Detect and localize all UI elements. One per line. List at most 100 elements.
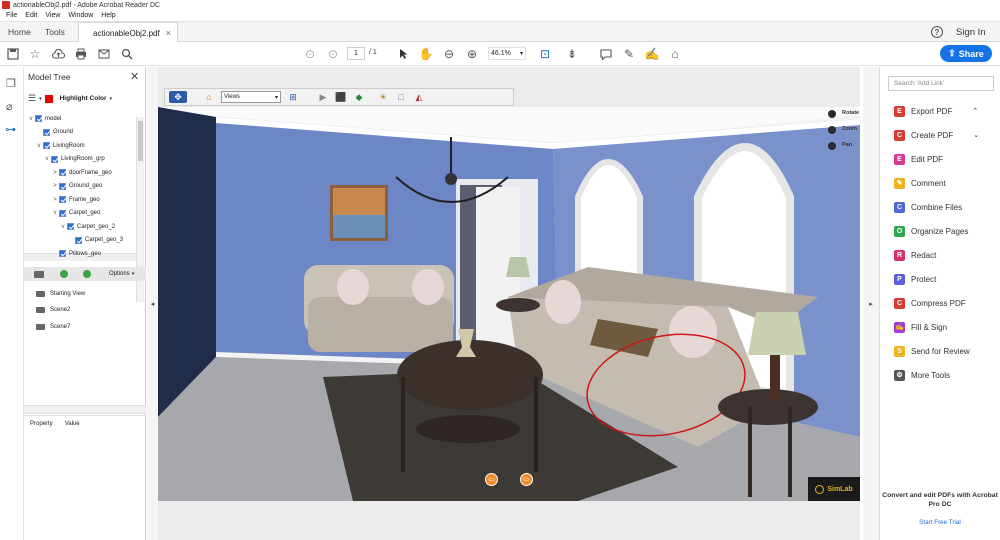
tree-node[interactable]: > Frame_geo (51, 193, 100, 206)
hand-tool-icon[interactable]: ✋ (418, 46, 434, 62)
tool-fill-sign[interactable]: ✍ Fill & Sign (894, 320, 947, 334)
tab-document[interactable]: actionableObj2.pdf × (78, 22, 178, 43)
rotate-tool-icon[interactable]: ✥ (169, 91, 187, 103)
visibility-checkbox[interactable] (51, 155, 58, 163)
3d-scene-viewport[interactable]: Rotate Zoom Pan ⇦ ⇨ SimLab (158, 107, 860, 501)
views-options-label[interactable]: Options (109, 271, 130, 277)
visibility-checkbox[interactable] (59, 250, 66, 257)
tool-protect[interactable]: P Protect (894, 272, 936, 286)
menu-edit[interactable]: Edit (25, 12, 37, 19)
view-item[interactable]: Starting View (36, 287, 85, 301)
background-color-icon[interactable]: □ (395, 91, 407, 103)
stamp-icon[interactable]: ⌂ (667, 46, 683, 62)
zoom-in-icon[interactable]: ⊕ (464, 46, 480, 62)
visibility-checkbox[interactable] (59, 169, 66, 176)
tree-node[interactable]: v Carpet_geo_2 (59, 220, 115, 233)
chevron-down-icon[interactable]: v (35, 143, 43, 149)
tool-compress-pdf[interactable]: C Compress PDF (894, 296, 966, 310)
tool-redact[interactable]: R Redact (894, 248, 936, 262)
view-item[interactable]: Scene7 (36, 320, 70, 334)
dropdown-arrow-icon[interactable]: ▾ (39, 96, 42, 102)
tab-home[interactable]: Home (8, 22, 31, 42)
print-icon[interactable] (73, 46, 89, 62)
tools-search-input[interactable]: Search 'Add Link' (888, 76, 994, 91)
play-animation-icon[interactable]: ▶ (317, 91, 329, 103)
comment-icon[interactable] (598, 46, 614, 62)
model-tree-toggle-icon[interactable]: ⊞ (287, 91, 299, 103)
chevron-down-icon[interactable]: v (51, 210, 59, 216)
add-view-icon[interactable] (60, 270, 68, 278)
save-icon[interactable] (5, 46, 21, 62)
star-icon[interactable]: ☆ (27, 46, 43, 62)
chevron-right-icon[interactable]: > (51, 170, 59, 176)
menu-window[interactable]: Window (68, 12, 93, 19)
tool-create-pdf[interactable]: C Create PDF ⌄ (894, 128, 979, 142)
tree-node[interactable]: > doorFrame_geo (51, 166, 112, 179)
expand-chevron-icon[interactable]: ⌄ (973, 131, 979, 139)
tree-node[interactable]: Ground (35, 126, 73, 139)
chevron-down-icon[interactable]: ▾ (110, 96, 113, 102)
visibility-checkbox[interactable] (67, 223, 74, 230)
menu-help[interactable]: Help (101, 12, 115, 19)
tree-node[interactable]: v LivingRoom (35, 139, 85, 152)
close-icon[interactable]: × (166, 28, 171, 38)
tool-send-for-review[interactable]: S Send for Review (894, 344, 970, 358)
tool-edit-pdf[interactable]: E Edit PDF (894, 152, 943, 166)
sign-in-link[interactable]: Sign In (956, 27, 986, 38)
visibility-checkbox[interactable] (43, 128, 50, 136)
render-mode-icon[interactable]: ◆ (353, 91, 365, 103)
tab-tools[interactable]: Tools (45, 22, 65, 42)
zoom-dropdown[interactable]: 46.1% ▾ (488, 47, 526, 60)
attachment-icon[interactable]: ⌀ (6, 100, 13, 113)
chevron-down-icon[interactable]: v (43, 156, 51, 162)
tool-export-pdf[interactable]: E Export PDF ⌃ (894, 104, 978, 118)
chevron-right-icon[interactable]: > (51, 183, 59, 189)
collapse-right-panel[interactable]: ▸ (863, 67, 880, 540)
cross-section-icon[interactable]: ◭ (413, 91, 425, 103)
page-number-input[interactable]: 1 (347, 47, 365, 60)
home-view-icon[interactable]: ⌂ (203, 91, 215, 103)
chevron-right-icon[interactable]: > (51, 197, 59, 203)
search-icon[interactable] (119, 46, 135, 62)
model-tree-icon[interactable]: ⊶ (5, 123, 16, 136)
menu-file[interactable]: File (6, 12, 17, 19)
visibility-checkbox[interactable] (59, 209, 66, 217)
views-select[interactable]: Views ▾ (221, 91, 281, 103)
next-view-button[interactable]: ⇨ (520, 473, 533, 486)
upload-cloud-icon[interactable] (50, 46, 66, 62)
tree-node[interactable]: Pillows_geo (51, 247, 101, 260)
visibility-checkbox[interactable] (59, 182, 66, 190)
tool-combine-files[interactable]: C Combine Files (894, 200, 962, 214)
chevron-down-icon[interactable]: v (27, 116, 35, 122)
close-icon[interactable]: ✕ (130, 70, 139, 83)
scroll-mode-icon[interactable]: ⇟ (564, 46, 580, 62)
visibility-checkbox[interactable] (43, 142, 50, 149)
tree-node[interactable]: v Carpet_geo (51, 207, 100, 220)
previous-page-icon[interactable]: ⊙ (302, 46, 318, 62)
tool-comment[interactable]: ✎ Comment (894, 176, 946, 190)
start-free-trial-link[interactable]: Start Free Trial (880, 519, 1000, 526)
highlight-pen-icon[interactable]: ✎ (621, 46, 637, 62)
camera-icon[interactable] (34, 270, 44, 278)
projection-icon[interactable]: ⬛ (335, 91, 347, 103)
pages-thumbnail-icon[interactable]: ❐ (6, 77, 16, 90)
view-item[interactable]: Scene2 (36, 303, 70, 317)
chevron-down-icon[interactable]: ▾ (132, 271, 135, 277)
collapse-left-panel[interactable]: ◂ (147, 67, 158, 540)
tool-more-tools[interactable]: ⚙ More Tools (894, 368, 950, 382)
tree-options-icon[interactable]: ☰ (28, 93, 36, 104)
lighting-icon[interactable]: ☀ (377, 91, 389, 103)
tool-organize-pages[interactable]: O Organize Pages (894, 224, 968, 238)
sign-icon[interactable]: ✍ (644, 46, 660, 62)
tree-node[interactable]: v LivingRoom_grp (43, 153, 105, 166)
next-page-icon[interactable]: ⊙ (325, 46, 341, 62)
fit-page-icon[interactable]: ⊡ (537, 46, 553, 62)
tree-node[interactable]: > Ground_geo (51, 180, 102, 193)
zoom-out-icon[interactable]: ⊖ (441, 46, 457, 62)
previous-view-button[interactable]: ⇦ (485, 473, 498, 486)
help-icon[interactable]: ? (931, 26, 943, 38)
expand-chevron-icon[interactable]: ⌃ (972, 107, 978, 115)
share-button[interactable]: ⇪ Share (940, 45, 992, 62)
highlight-color-label[interactable]: Highlight Color (60, 95, 107, 102)
tree-node[interactable]: v model (27, 112, 61, 125)
